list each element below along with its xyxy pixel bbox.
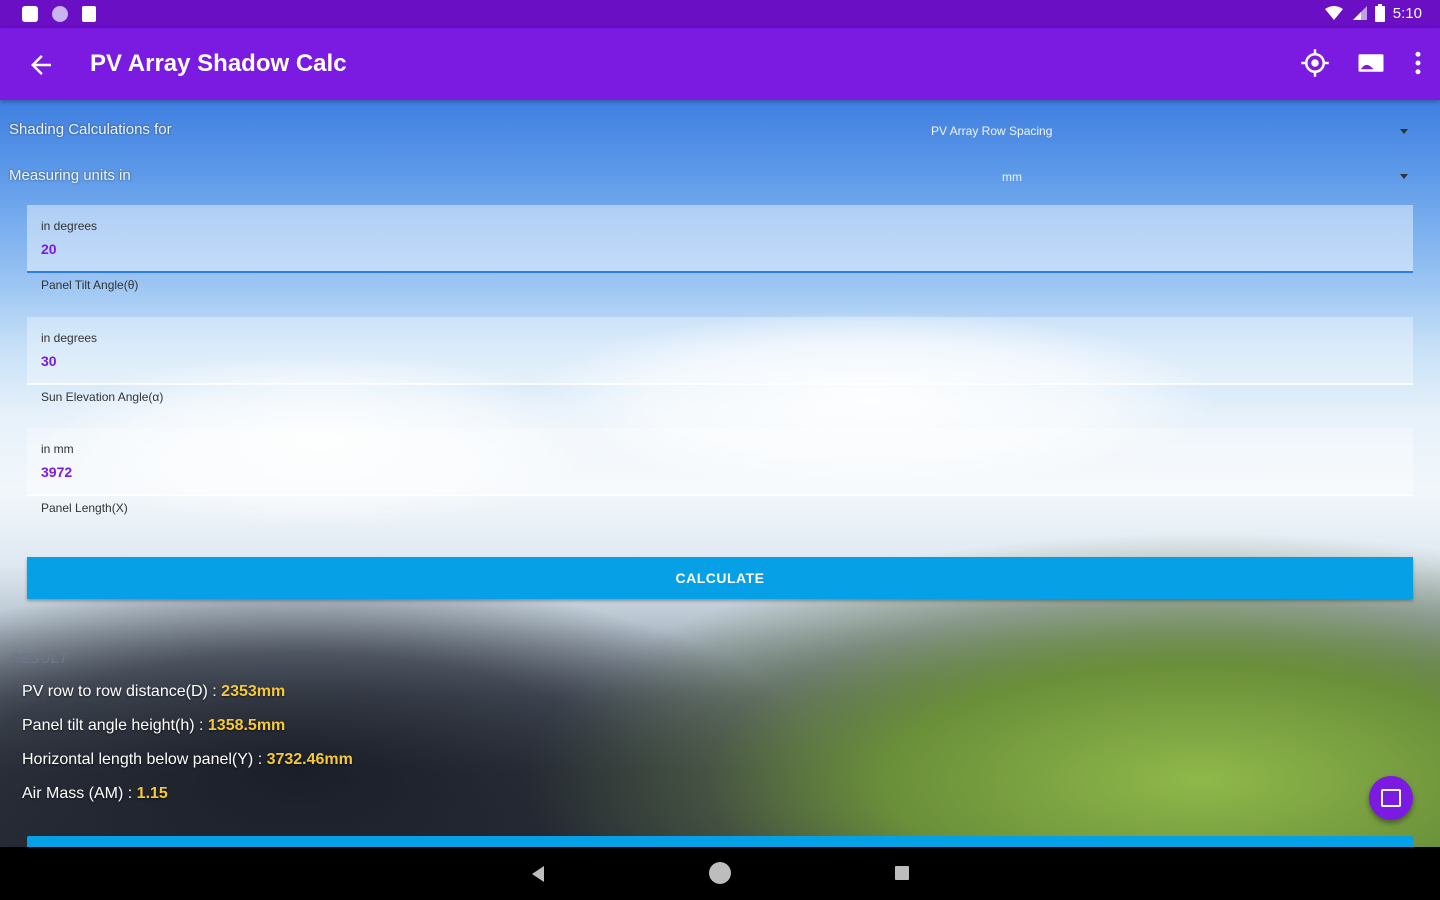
result-air-mass: Air Mass (AM) : 1.15 <box>22 785 168 803</box>
result-value: 3732.46mm <box>266 751 353 768</box>
field-hint: in mm <box>41 442 74 456</box>
chevron-down-icon[interactable] <box>1400 174 1408 179</box>
notification-icon <box>22 6 38 22</box>
notification-circle-icon <box>52 6 68 22</box>
field-hint: in degrees <box>41 219 98 233</box>
result-label: Horizontal length below panel(Y) : <box>22 751 267 768</box>
nav-home-icon[interactable] <box>709 862 731 884</box>
cast-screen-icon[interactable] <box>1356 48 1386 78</box>
panel-length-caption: Panel Length(X) <box>41 501 128 515</box>
result-tilt-height: Panel tilt angle height(h) : 1358.5mm <box>22 717 285 735</box>
result-value: 2353mm <box>221 683 286 700</box>
gallery-fab-button[interactable] <box>1369 776 1413 820</box>
target-location-icon[interactable] <box>1300 48 1330 78</box>
status-time: 5:10 <box>1392 4 1422 22</box>
field-hint: in degrees <box>41 331 98 345</box>
result-label: Panel tilt angle height(h) : <box>22 717 208 734</box>
field-value[interactable]: 30 <box>41 353 57 369</box>
battery-icon <box>1374 4 1385 22</box>
result-horizontal-length: Horizontal length below panel(Y) : 3732.… <box>22 751 353 769</box>
result-row-distance: PV row to row distance(D) : 2353mm <box>22 683 285 701</box>
app-bar-actions <box>1300 48 1424 78</box>
page-title: PV Array Shadow Calc <box>90 50 347 77</box>
sun-elevation-input[interactable]: in degrees 30 <box>27 317 1413 385</box>
shading-select[interactable]: PV Array Row Spacing <box>931 124 1052 138</box>
nav-recents-icon[interactable] <box>895 866 909 880</box>
field-value[interactable]: 20 <box>41 241 57 257</box>
notification-icons <box>22 6 96 22</box>
tilt-angle-caption: Panel Tilt Angle(θ) <box>41 278 139 292</box>
panel-length-input[interactable]: in mm 3972 <box>27 428 1413 496</box>
result-value: 1358.5mm <box>207 717 286 734</box>
result-label: PV row to row distance(D) : <box>22 683 222 700</box>
app-bar: PV Array Shadow Calc <box>0 28 1440 100</box>
status-bar: 5:10 <box>0 0 1440 28</box>
system-icons: 5:10 <box>1324 4 1422 22</box>
chevron-down-icon[interactable] <box>1400 129 1408 134</box>
result-label: Air Mass (AM) : <box>22 785 137 802</box>
wifi-icon <box>1324 6 1343 20</box>
units-select[interactable]: mm <box>1002 170 1022 184</box>
sun-elevation-caption: Sun Elevation Angle(α) <box>41 390 164 404</box>
result-heading: RESULT <box>10 650 68 666</box>
field-value[interactable]: 3972 <box>41 464 72 480</box>
nav-back-icon[interactable] <box>532 866 544 882</box>
image-icon <box>1381 789 1401 807</box>
tilt-angle-input[interactable]: in degrees 20 <box>27 205 1413 273</box>
units-label: Measuring units in <box>9 167 131 184</box>
more-vert-icon[interactable] <box>1412 48 1424 78</box>
arrow-back-icon[interactable] <box>26 50 56 80</box>
signal-icon <box>1352 6 1367 20</box>
result-value: 1.15 <box>136 785 168 802</box>
calculate-button[interactable]: CALCULATE <box>27 557 1413 599</box>
sd-card-icon <box>82 6 96 22</box>
app-screen: 5:10 PV Array Shadow Calc Shading Calcul… <box>0 0 1440 900</box>
shading-label: Shading Calculations for <box>9 121 172 138</box>
